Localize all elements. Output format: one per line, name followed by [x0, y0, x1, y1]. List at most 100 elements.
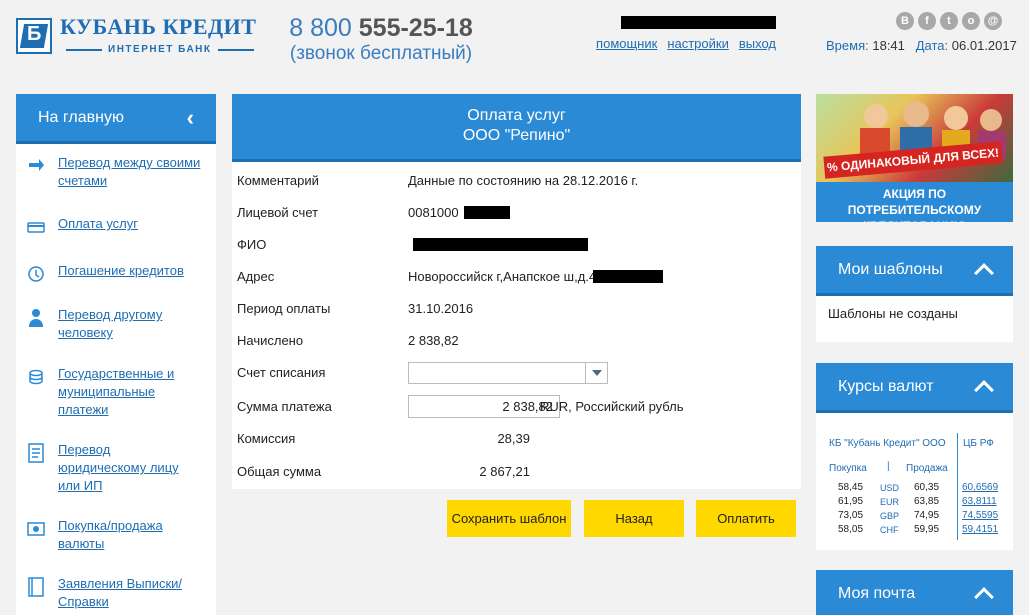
rate-sell: 74,95: [914, 510, 940, 521]
sidebar-item-label: Перевод между своими счетами: [58, 155, 201, 188]
address-label: Адрес: [237, 268, 275, 284]
debit-account-select[interactable]: [408, 362, 608, 384]
sidebar-home-header[interactable]: На главную ‹: [16, 94, 216, 144]
rate-buy: 58,45: [838, 482, 864, 493]
period-label: Период оплаты: [237, 300, 331, 316]
rates-widget-header[interactable]: Курсы валют: [816, 363, 1013, 413]
pay-button[interactable]: Оплатить: [696, 500, 796, 537]
sidebar-item-payments[interactable]: Оплата услуг: [16, 215, 148, 237]
sidebar-item-label: Погашение кредитов: [58, 263, 184, 278]
sidebar-item-label: Перевод юридическому лицу или ИП: [58, 442, 179, 493]
rate-buy: 58,05: [838, 524, 864, 535]
rate-currency: CHF: [880, 525, 899, 535]
rate-cb[interactable]: 59,4151: [962, 524, 998, 535]
chevron-up-icon[interactable]: [974, 262, 994, 283]
rate-currency: GBP: [880, 511, 900, 521]
settings-link[interactable]: настройки: [667, 36, 729, 51]
chevron-up-icon[interactable]: [974, 586, 994, 607]
twitter-icon[interactable]: t: [940, 12, 958, 30]
time-label: Время:: [826, 38, 869, 53]
rate-currency: USD: [880, 483, 900, 493]
templates-widget-header[interactable]: Мои шаблоны: [816, 246, 1013, 296]
templates-widget-title: Мои шаблоны: [838, 260, 943, 278]
user-block: помощник настройки выход: [586, 14, 776, 51]
bank-logo[interactable]: КУБАНЬ КРЕДИТ ИНТЕРНЕТ БАНК: [16, 16, 260, 55]
rate-sell: 63,85: [914, 496, 940, 507]
sidebar-item-label: Заявления Выписки/ Справки: [58, 576, 183, 609]
phone-prefix: 8 800: [289, 14, 352, 42]
mail-widget: Моя почта: [816, 570, 1013, 615]
redacted-account: [464, 206, 510, 219]
form-header: Оплата услуг ООО "Репино": [232, 94, 801, 162]
bank-logo-icon: [16, 17, 52, 54]
person-icon: [26, 308, 46, 328]
row-address: Адрес Новороссийск г,Анапское ш,д.4: [237, 267, 663, 285]
rates-sell-label: Продажа: [906, 463, 948, 474]
rate-currency: EUR: [880, 497, 900, 507]
save-template-button[interactable]: Сохранить шаблон: [447, 500, 571, 537]
chevron-left-icon[interactable]: ‹: [187, 105, 194, 131]
document-icon: [26, 443, 46, 463]
sidebar-item-person-transfer[interactable]: Перевод другому человеку: [16, 306, 188, 342]
rates-buy-label: Покупка: [829, 463, 867, 474]
total-value: 2 867,21: [479, 464, 530, 479]
account-value: 0081000: [408, 204, 459, 220]
row-fio: ФИО: [237, 235, 588, 253]
comment-label: Комментарий: [237, 172, 319, 188]
promo-text: АКЦИЯ ПО ПОТРЕБИТЕЛЬСКОМУ КРЕДИТОВАНИЮ: [847, 187, 982, 222]
amount-input[interactable]: [408, 395, 560, 418]
sidebar-item-statements[interactable]: Заявления Выписки/ Справки: [16, 575, 203, 611]
row-period: Период оплаты 31.10.2016: [237, 299, 473, 317]
row-amount: Сумма платежа: [237, 397, 408, 415]
sidebar-item-legal-transfer[interactable]: Перевод юридическому лицу или ИП: [16, 441, 198, 495]
date-value: 06.01.2017: [951, 38, 1017, 53]
sidebar-item-label: Покупка/продажа валюты: [58, 518, 163, 551]
bank-subtitle: ИНТЕРНЕТ БАНК: [108, 44, 212, 55]
sidebar-item-own-transfer[interactable]: Перевод между своими счетами: [16, 154, 218, 190]
dropdown-arrow-icon[interactable]: [585, 363, 607, 383]
address-value: Новороссийск г,Анапское ш,д.4: [408, 268, 597, 284]
logout-link[interactable]: выход: [739, 36, 776, 51]
sidebar-item-state-payments[interactable]: Государственные и муниципальные платежи: [16, 365, 193, 419]
datetime-bar: Время: 18:41 Дата: 06.01.2017: [826, 38, 1017, 53]
date-label: Дата:: [915, 38, 949, 53]
rate-cb[interactable]: 74,5595: [962, 510, 998, 521]
row-debit-account: Счет списания: [237, 363, 408, 381]
facebook-icon[interactable]: f: [918, 12, 936, 30]
sidebar-item-credits[interactable]: Погашение кредитов: [16, 262, 194, 284]
rate-cb[interactable]: 60,6569: [962, 482, 998, 493]
payment-form: Оплата услуг ООО "Репино" Комментарий Да…: [232, 94, 801, 489]
book-icon: [26, 577, 46, 597]
mailru-icon[interactable]: @: [984, 12, 1002, 30]
amount-label: Сумма платежа: [237, 398, 332, 414]
back-button[interactable]: Назад: [584, 500, 684, 537]
mail-widget-header[interactable]: Моя почта: [816, 570, 1013, 615]
redacted-address: [593, 270, 663, 283]
sidebar-item-label: Оплата услуг: [58, 216, 139, 231]
assistant-link[interactable]: помощник: [596, 36, 657, 51]
rate-sell: 59,95: [914, 524, 940, 535]
sidebar-item-currency-exchange[interactable]: Покупка/продажа валюты: [16, 517, 188, 553]
period-value: 31.10.2016: [408, 300, 474, 316]
form-title: Оплата услуг: [467, 107, 566, 124]
rates-bank-label: КБ "Кубань Кредит" ООО: [829, 438, 946, 449]
promo-banner[interactable]: % ОДИНАКОВЫЙ ДЛЯ ВСЕХ! АКЦИЯ ПО ПОТРЕБИТ…: [816, 94, 1013, 222]
form-subtitle: ООО "Репино": [462, 127, 571, 144]
row-accrued: Начислено 2 838,82: [237, 331, 459, 349]
debit-account-label: Счет списания: [237, 364, 326, 380]
templates-widget: Мои шаблоны Шаблоны не созданы: [816, 246, 1013, 342]
accrued-label: Начислено: [237, 332, 304, 348]
chevron-up-icon[interactable]: [974, 379, 994, 400]
rate-cb[interactable]: 63,8111: [962, 496, 997, 507]
rates-widget: Курсы валют КБ "Кубань Кредит" ООО ЦБ РФ…: [816, 363, 1013, 550]
coins-icon: [26, 367, 46, 387]
rate-buy: 73,05: [838, 510, 864, 521]
accrued-value: 2 838,82: [408, 332, 459, 348]
row-total: Общая сумма: [237, 462, 408, 480]
vk-icon[interactable]: B: [896, 12, 914, 30]
phone-note: (звонок бесплатный): [289, 43, 473, 64]
fee-value: 28,39: [497, 431, 530, 446]
transfer-icon: [26, 156, 46, 176]
comment-value: Данные по состоянию на 28.12.2016 г.: [408, 172, 639, 188]
odnoklassniki-icon[interactable]: o: [962, 12, 980, 30]
